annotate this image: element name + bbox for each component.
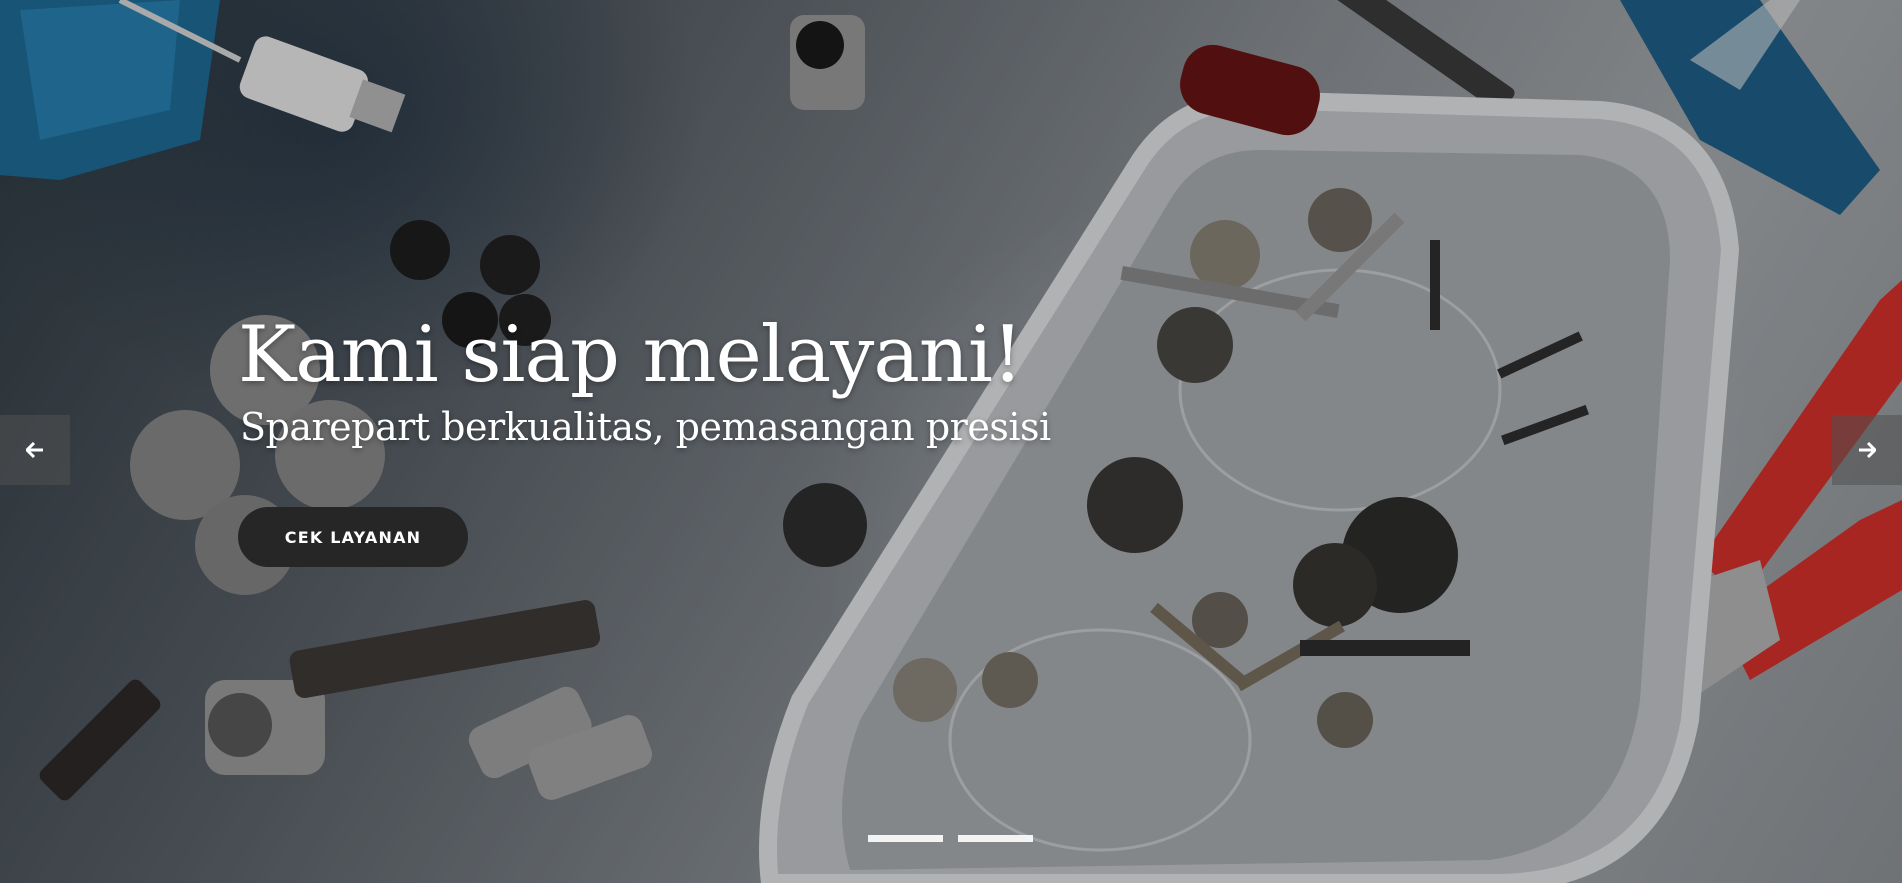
- arrow-left-icon: [26, 442, 43, 458]
- slider-prev-button[interactable]: [0, 415, 70, 485]
- slide-caption: Kami siap melayani! Sparepart berkualita…: [238, 312, 1051, 450]
- slide-indicator-1[interactable]: [868, 835, 943, 842]
- slide-subtitle: Sparepart berkualitas, pemasangan presis…: [240, 405, 1051, 449]
- slide-indicator-2[interactable]: [958, 835, 1033, 842]
- hero-slider: Kami siap melayani! Sparepart berkualita…: [0, 0, 1902, 883]
- slider-next-button[interactable]: [1832, 415, 1902, 485]
- cek-layanan-button[interactable]: CEK LAYANAN: [238, 507, 468, 567]
- slide-title: Kami siap melayani!: [238, 310, 1023, 400]
- arrow-right-icon: [1859, 442, 1876, 458]
- slider-indicators: [868, 835, 1033, 842]
